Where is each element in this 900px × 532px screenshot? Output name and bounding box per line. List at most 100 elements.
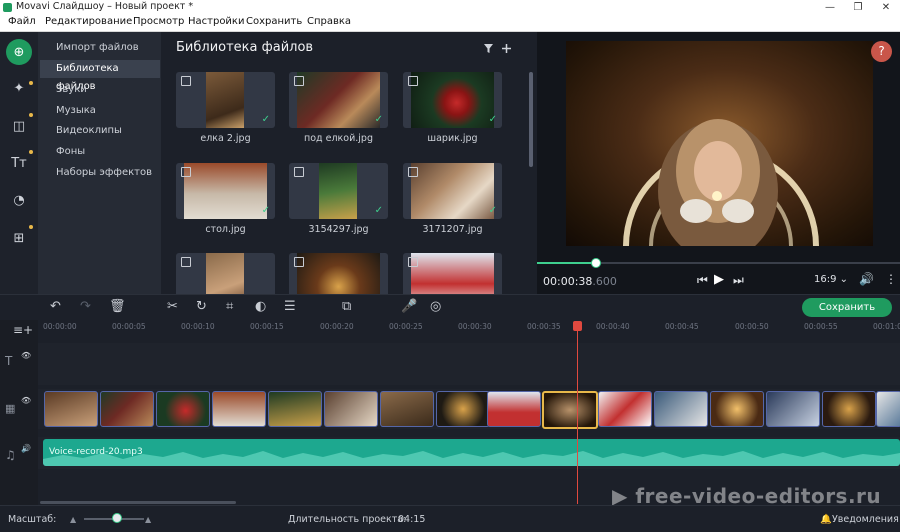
preview-progress-knob[interactable]: [591, 258, 601, 268]
category-videoclips[interactable]: Видеоклипы: [40, 122, 160, 140]
add-icon[interactable]: [501, 43, 512, 54]
timeline-clip[interactable]: [487, 391, 541, 427]
zoom-in-icon[interactable]: ▲: [145, 515, 151, 524]
image-type-icon: [294, 257, 304, 267]
check-icon: ✓: [488, 205, 497, 216]
category-backgrounds[interactable]: Фоны: [40, 143, 160, 161]
timeline-clip[interactable]: [876, 391, 900, 427]
timeline-clip[interactable]: [100, 391, 154, 427]
playhead-handle[interactable]: [573, 321, 582, 331]
more-menu-icon[interactable]: ⋮: [885, 272, 897, 286]
timeline-clip[interactable]: [710, 391, 764, 427]
library-title: Библиотека файлов: [176, 40, 314, 55]
timeline-clip[interactable]: [156, 391, 210, 427]
file-thumb[interactable]: ✓: [289, 72, 388, 128]
timeline-clip[interactable]: [44, 391, 98, 427]
file-name: 3154297.jpg: [308, 224, 369, 235]
more-tools-icon[interactable]: ⊞: [6, 225, 32, 251]
notifications-link[interactable]: Уведомления: [832, 514, 899, 525]
timeline-clip[interactable]: [766, 391, 820, 427]
menu-edit[interactable]: Редактирование: [45, 16, 132, 27]
timeline-clip-selected[interactable]: [542, 391, 598, 429]
menu-view[interactable]: Просмотр: [133, 16, 184, 27]
timeline-clip[interactable]: [654, 391, 708, 427]
titles-icon[interactable]: Tт: [6, 150, 32, 176]
slideshow-wizard-icon[interactable]: ⧉: [342, 299, 351, 314]
timeline-clip[interactable]: [324, 391, 378, 427]
volume-icon[interactable]: 🔊: [859, 272, 874, 286]
webcam-icon[interactable]: ◎: [430, 299, 441, 314]
file-thumb[interactable]: ✓: [403, 72, 502, 128]
timeline-scrollbar[interactable]: [40, 501, 236, 504]
audio-clip-name: Voice-record-20.mp3: [49, 447, 143, 457]
menu-file[interactable]: Файл: [8, 16, 36, 27]
zoom-out-icon[interactable]: ▲: [70, 515, 76, 524]
filter-icon[interactable]: [483, 43, 494, 54]
color-adjust-icon[interactable]: ◐: [255, 299, 266, 314]
settings-sliders-icon[interactable]: ☰: [284, 299, 296, 314]
rotate-icon[interactable]: ↻: [196, 299, 207, 314]
category-library[interactable]: Библиотека файлов: [40, 60, 160, 92]
bell-icon[interactable]: 🔔: [820, 514, 832, 525]
minimize-button[interactable]: —: [816, 0, 844, 15]
file-thumb[interactable]: ✓: [176, 163, 275, 219]
zoom-slider-knob[interactable]: [112, 513, 122, 523]
next-frame-icon[interactable]: ⏭: [733, 273, 744, 288]
category-sounds[interactable]: Звуки: [40, 81, 160, 99]
preview-progress-fill: [537, 262, 595, 264]
menu-settings[interactable]: Настройки: [188, 16, 244, 27]
text-track-icon: T: [5, 354, 13, 368]
timeline-clip[interactable]: [268, 391, 322, 427]
playhead[interactable]: [577, 327, 578, 504]
undo-icon[interactable]: ↶: [50, 299, 61, 314]
file-thumb[interactable]: [403, 253, 502, 294]
new-dot: [29, 225, 33, 229]
transitions-icon[interactable]: ◫: [6, 113, 32, 139]
library-categories: Импорт файлов Библиотека файлов Звуки Му…: [38, 32, 161, 294]
time-frac: .600: [592, 275, 617, 288]
check-icon: ✓: [488, 114, 497, 125]
library-scrollbar[interactable]: [529, 72, 533, 167]
file-thumb[interactable]: ✓: [403, 163, 502, 219]
timeline-clip[interactable]: [436, 391, 490, 427]
text-track[interactable]: [38, 343, 900, 385]
mute-icon[interactable]: 🔊: [21, 444, 31, 453]
prev-frame-icon[interactable]: ⏮: [697, 273, 708, 288]
timeline-clip[interactable]: [380, 391, 434, 427]
file-thumb[interactable]: [176, 253, 275, 294]
timeline-clip[interactable]: [212, 391, 266, 427]
visibility-icon[interactable]: 👁: [21, 396, 31, 405]
file-thumb[interactable]: ✓: [176, 72, 275, 128]
timeline-clip[interactable]: [822, 391, 876, 427]
redo-icon[interactable]: ↷: [80, 299, 91, 314]
filters-icon[interactable]: ◔: [6, 187, 32, 213]
aspect-ratio-select[interactable]: 16:9 ⌄: [814, 274, 848, 285]
timeline-clip[interactable]: [598, 391, 652, 427]
menu-save[interactable]: Сохранить: [246, 16, 302, 27]
visibility-icon[interactable]: 👁: [21, 351, 31, 360]
menu-help[interactable]: Справка: [307, 16, 351, 27]
category-music[interactable]: Музыка: [40, 102, 160, 120]
delete-icon[interactable]: 🗑: [109, 299, 126, 314]
category-import[interactable]: Импорт файлов: [40, 39, 160, 57]
import-icon[interactable]: ⊕: [6, 39, 32, 65]
tick-label: 00:00:35: [527, 322, 561, 331]
play-icon[interactable]: ▶: [714, 272, 724, 287]
category-effect-packs[interactable]: Наборы эффектов: [40, 164, 160, 182]
add-track-icon[interactable]: ≡+: [13, 323, 33, 337]
maximize-button[interactable]: ❐: [844, 0, 872, 15]
timeline-ruler[interactable]: 00:00:00 00:00:05 00:00:10 00:00:15 00:0…: [38, 320, 900, 336]
check-icon: ✓: [261, 205, 270, 216]
image-type-icon: [181, 167, 191, 177]
crop-icon[interactable]: ⌗: [226, 299, 233, 314]
tick-label: 00:00:25: [389, 322, 423, 331]
audio-clip[interactable]: Voice-record-20.mp3: [43, 439, 900, 466]
magic-wand-icon[interactable]: ✦: [6, 75, 32, 101]
cut-icon[interactable]: ✂: [167, 299, 178, 314]
file-thumb[interactable]: ✓: [289, 163, 388, 219]
help-button[interactable]: ?: [871, 41, 892, 62]
file-thumb[interactable]: [289, 253, 388, 294]
save-button[interactable]: Сохранить: [802, 298, 892, 317]
close-button[interactable]: ✕: [872, 0, 900, 15]
microphone-icon[interactable]: 🎤: [401, 299, 417, 314]
